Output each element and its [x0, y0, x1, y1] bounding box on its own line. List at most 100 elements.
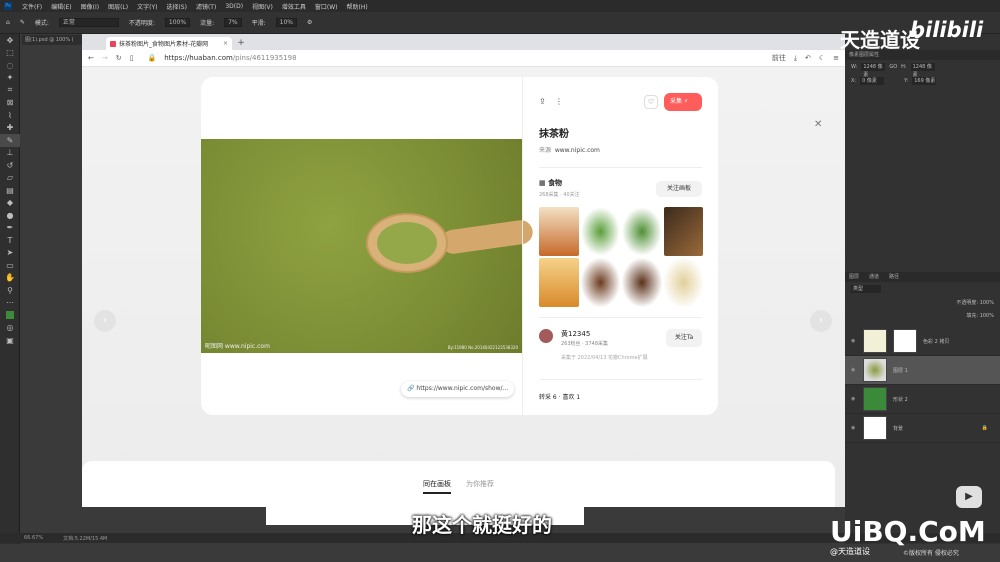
menu-window[interactable]: 窗口(W): [315, 2, 338, 11]
chevron-right-icon[interactable]: ›: [810, 310, 832, 332]
night-mode-icon[interactable]: ☾: [819, 54, 825, 62]
quick-mask-icon[interactable]: ◎: [0, 322, 20, 335]
board-thumb[interactable]: [663, 207, 703, 256]
reader-icon[interactable]: ▯: [130, 54, 134, 62]
menu-3d[interactable]: 3D(D): [225, 3, 243, 10]
menu-edit[interactable]: 编辑(E): [51, 2, 71, 11]
document-tab[interactable]: 图(1).psd @ 100% (: [22, 35, 82, 45]
zoom-tool-icon[interactable]: ⚲: [0, 284, 20, 297]
gear-icon[interactable]: ⚙: [307, 19, 312, 26]
new-tab-button[interactable]: +: [236, 37, 246, 50]
eyedropper-icon[interactable]: ⌇: [0, 109, 20, 122]
color-swatches[interactable]: [0, 309, 20, 322]
board-thumb[interactable]: [580, 258, 620, 307]
healing-brush-icon[interactable]: ✚: [0, 122, 20, 135]
x-field[interactable]: 0 像素: [860, 77, 885, 85]
flow-field[interactable]: 7%: [224, 18, 242, 27]
source-link-pill[interactable]: 🔗 https://www.nipic.com/show/...: [401, 381, 515, 397]
menu-filter[interactable]: 滤镜(T): [196, 2, 216, 11]
board-thumb[interactable]: [539, 207, 579, 256]
menu-layer[interactable]: 图层(L): [108, 2, 128, 11]
eye-icon[interactable]: ◉: [851, 396, 857, 402]
tab-recommended[interactable]: 为你推荐: [466, 479, 494, 489]
tab-layers[interactable]: 图层: [849, 272, 859, 282]
menu-image[interactable]: 图像(I): [81, 2, 99, 11]
crop-tool-icon[interactable]: ⌗: [0, 84, 20, 97]
back-icon[interactable]: ←: [88, 54, 94, 62]
avatar[interactable]: [539, 329, 553, 343]
more-tools-icon[interactable]: ⋯: [0, 297, 20, 310]
layer-row[interactable]: ◉ 色彩 2 拷贝: [845, 327, 1000, 356]
type-tool-icon[interactable]: T: [0, 234, 20, 247]
home-icon[interactable]: ⌂: [6, 19, 10, 26]
browser-tab[interactable]: 抹茶粉图片_食物图片素材-花瓣网 ×: [106, 37, 232, 50]
collect-button[interactable]: 采集 ⚡: [664, 93, 702, 111]
follow-board-button[interactable]: 关注画板: [656, 181, 702, 197]
board-thumb[interactable]: [622, 258, 662, 307]
kind-filter[interactable]: 类型: [851, 285, 881, 293]
eraser-icon[interactable]: ▱: [0, 172, 20, 185]
brush-tool-icon[interactable]: ✎: [0, 134, 20, 147]
width-field[interactable]: 1248 像素: [861, 63, 886, 78]
board-thumb[interactable]: [539, 258, 579, 307]
smooth-field[interactable]: 10%: [275, 18, 297, 27]
magic-wand-icon[interactable]: ✦: [0, 72, 20, 85]
tab-paths[interactable]: 路径: [889, 272, 899, 282]
layer-row[interactable]: ◉ 形状 2: [845, 385, 1000, 414]
pin-image[interactable]: 昵图网 www.nipic.com By:11980 No.2014042212…: [201, 139, 535, 353]
security-icon[interactable]: 🔒: [147, 54, 156, 62]
chevron-left-icon[interactable]: ‹: [94, 310, 116, 332]
lasso-tool-icon[interactable]: ◌: [0, 59, 20, 72]
menu-type[interactable]: 文字(Y): [137, 2, 157, 11]
layer-fill[interactable]: 填充: 100%: [966, 312, 994, 319]
heart-icon[interactable]: ♡: [644, 95, 658, 109]
menu-plugins[interactable]: 增效工具: [282, 2, 306, 11]
menu-help[interactable]: 帮助(H): [347, 2, 368, 11]
url-field[interactable]: https://huaban.com/pins/4611935198: [164, 54, 296, 62]
mode-select[interactable]: 正常: [58, 18, 119, 27]
dodge-tool-icon[interactable]: ●: [0, 209, 20, 222]
board-thumb[interactable]: [580, 207, 620, 256]
eye-icon[interactable]: ◉: [851, 425, 857, 431]
path-select-icon[interactable]: ➤: [0, 247, 20, 260]
share-icon[interactable]: ⇪: [539, 97, 546, 106]
play-icon[interactable]: ▶: [956, 486, 982, 508]
link-icon[interactable]: GO: [889, 64, 897, 70]
tab-same-board[interactable]: 同在画板: [423, 479, 451, 494]
marquee-tool-icon[interactable]: ⬚: [0, 47, 20, 60]
lock-icon[interactable]: 🔒: [982, 425, 988, 431]
pen-tool-icon[interactable]: ✒: [0, 222, 20, 235]
more-icon[interactable]: ⋮: [555, 97, 563, 106]
undo-icon[interactable]: ↶: [805, 54, 811, 62]
rectangle-tool-icon[interactable]: ▭: [0, 259, 20, 272]
board-thumb[interactable]: [622, 207, 662, 256]
layer-opacity[interactable]: 不透明度: 100%: [956, 299, 994, 306]
eye-icon[interactable]: ◉: [851, 367, 857, 373]
brush-tool-icon[interactable]: ✎: [20, 19, 25, 26]
hand-tool-icon[interactable]: ✋: [0, 272, 20, 285]
goto-button[interactable]: 前往: [772, 53, 786, 63]
layer-row[interactable]: ◉ 图层 1: [845, 356, 1000, 385]
close-tab-icon[interactable]: ×: [223, 40, 228, 47]
follow-user-button[interactable]: 关注Ta: [666, 329, 702, 347]
close-icon[interactable]: ✕: [814, 119, 822, 130]
reload-icon[interactable]: ↻: [116, 54, 122, 62]
board-thumb[interactable]: [663, 258, 703, 307]
blur-tool-icon[interactable]: ◆: [0, 197, 20, 210]
tab-channels[interactable]: 通道: [869, 272, 879, 282]
layer-row[interactable]: ◉ 背景 🔒: [845, 414, 1000, 443]
move-tool-icon[interactable]: ✥: [0, 34, 20, 47]
gradient-tool-icon[interactable]: ▤: [0, 184, 20, 197]
frame-tool-icon[interactable]: ⊠: [0, 97, 20, 110]
forward-icon[interactable]: →: [102, 54, 108, 62]
download-icon[interactable]: ⤓: [794, 54, 797, 63]
history-brush-icon[interactable]: ↺: [0, 159, 20, 172]
y-field[interactable]: 169 像素: [912, 77, 937, 85]
height-field[interactable]: 1248 像素: [910, 63, 935, 78]
menu-file[interactable]: 文件(F): [22, 2, 42, 11]
opacity-field[interactable]: 100%: [164, 18, 191, 27]
eye-icon[interactable]: ◉: [851, 338, 857, 344]
screen-mode-icon[interactable]: ▣: [0, 334, 20, 347]
board-name[interactable]: ▦ 食物: [539, 178, 562, 188]
zoom-level[interactable]: 66.67%: [24, 535, 43, 541]
